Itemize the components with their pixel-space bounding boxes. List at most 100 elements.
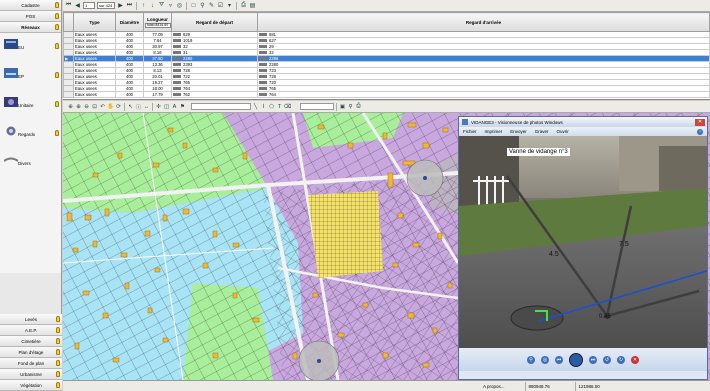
visibility-bulb-icon[interactable]: [55, 24, 59, 30]
menu-fichier[interactable]: Fichier: [463, 129, 477, 134]
search-map-icon[interactable]: ⚲: [347, 103, 354, 110]
visibility-bulb-icon[interactable]: [56, 349, 60, 355]
manhole-link-icon[interactable]: [259, 93, 267, 97]
manhole-link-icon[interactable]: [173, 51, 181, 55]
column-header-regard-depart[interactable]: Regard de départ: [171, 12, 258, 32]
manhole-link-icon[interactable]: [173, 69, 181, 73]
visibility-bulb-icon[interactable]: [55, 72, 59, 78]
manhole-link-icon[interactable]: [173, 75, 181, 79]
visibility-bulb-icon[interactable]: [56, 360, 60, 366]
manhole-link-icon[interactable]: [259, 39, 267, 43]
layers-icon[interactable]: ◫: [163, 103, 170, 110]
first-record-icon[interactable]: ⏮: [65, 2, 72, 9]
sidebar-item-fond-de-plan[interactable]: Fond de plan: [0, 358, 62, 369]
manhole-link-icon[interactable]: [259, 63, 267, 67]
table-row[interactable]: Eaux usees 400 17.79 762 764: [63, 91, 710, 98]
last-record-icon[interactable]: ⏭: [126, 2, 133, 9]
export-icon[interactable]: ▤: [249, 2, 256, 9]
actual-size-icon[interactable]: ◎: [541, 355, 549, 364]
manhole-link-icon[interactable]: [259, 51, 267, 55]
previous-photo-icon[interactable]: ⏮: [555, 355, 563, 364]
table-cell[interactable]: 17.79: [143, 91, 172, 98]
sort-ascending-icon[interactable]: ↑: [140, 2, 147, 9]
row-indicator[interactable]: [63, 91, 74, 98]
new-record-icon[interactable]: □: [190, 2, 197, 9]
sidebar-item-leves[interactable]: Levés: [0, 314, 62, 325]
sidebar-item-vegetation[interactable]: Végétation: [0, 380, 62, 391]
visibility-bulb-icon[interactable]: [56, 327, 60, 333]
draw-line-icon[interactable]: ╲: [252, 103, 259, 110]
menu-imprimer[interactable]: Imprimer: [485, 129, 503, 134]
help-icon[interactable]: ?: [697, 128, 703, 135]
next-photo-icon[interactable]: ⏭: [589, 355, 597, 364]
visibility-bulb-icon[interactable]: [56, 382, 60, 388]
visibility-bulb-icon[interactable]: [55, 13, 59, 19]
sidebar-item-aep[interactable]: A.E.P.: [0, 325, 62, 336]
manhole-link-icon[interactable]: [173, 81, 181, 85]
zoom-window-icon[interactable]: ⊡: [91, 103, 98, 110]
record-number-field[interactable]: 1: [83, 2, 95, 9]
manhole-link-icon[interactable]: [173, 57, 181, 61]
visibility-bulb-icon[interactable]: [55, 2, 59, 8]
manhole-link-icon[interactable]: [259, 57, 267, 61]
layer-divers[interactable]: Divers: [0, 155, 61, 179]
close-icon[interactable]: ✕: [695, 118, 705, 126]
manhole-link-icon[interactable]: [173, 93, 181, 97]
about-link[interactable]: A propos...: [483, 384, 505, 389]
manhole-link-icon[interactable]: [173, 39, 181, 43]
manhole-link-icon[interactable]: [259, 81, 267, 85]
table-cell[interactable]: 764: [257, 91, 710, 98]
map-scale-field[interactable]: [191, 103, 251, 110]
edit-pencil-icon[interactable]: ✎: [208, 2, 215, 9]
manhole-link-icon[interactable]: [259, 45, 267, 49]
manhole-link-icon[interactable]: [259, 33, 267, 37]
print-icon[interactable]: ⎙: [240, 2, 247, 9]
manhole-link-icon[interactable]: [259, 87, 267, 91]
erase-icon[interactable]: ⌫: [284, 103, 292, 110]
sidebar-item-cimetiere[interactable]: Cimetière: [0, 336, 62, 347]
table-cell[interactable]: 762: [171, 91, 258, 98]
manhole-link-icon[interactable]: [173, 45, 181, 49]
find-binoculars-icon[interactable]: ◎: [176, 2, 183, 9]
refresh-icon[interactable]: ⟳: [115, 103, 122, 110]
layer-ep[interactable]: EP: [0, 68, 61, 92]
save-map-icon[interactable]: ▣: [339, 103, 346, 110]
column-header-diametre[interactable]: Diamètre: [115, 12, 144, 32]
sort-descending-icon[interactable]: ↓: [149, 2, 156, 9]
sidebar-item-reseaux[interactable]: Réseaux: [0, 22, 61, 33]
select-arrow-icon[interactable]: ↖: [127, 103, 134, 110]
layer-regards[interactable]: Regards: [0, 126, 61, 150]
options-chevron-icon[interactable]: ▾: [226, 2, 233, 9]
next-record-icon[interactable]: ▶: [117, 2, 124, 9]
info-icon[interactable]: ⓘ: [135, 103, 142, 111]
snap-icon[interactable]: ✢: [155, 103, 162, 110]
previous-record-icon[interactable]: ◀: [74, 2, 81, 9]
visibility-bulb-icon[interactable]: [55, 101, 59, 107]
table-cell[interactable]: Eaux usees: [73, 91, 116, 98]
zoom-extent-icon[interactable]: ⊕: [67, 103, 74, 110]
viewer-title-bar[interactable]: VIDANGE3 - Visionneuse de photos Windows…: [459, 117, 707, 127]
column-header-type[interactable]: Type: [73, 12, 116, 32]
manhole-icon[interactable]: [423, 176, 427, 180]
bookmark-icon[interactable]: ⚑: [179, 103, 186, 110]
draw-polyline-icon[interactable]: ⌇: [260, 103, 267, 110]
rotate-right-icon[interactable]: ↻: [617, 355, 625, 364]
delete-icon[interactable]: ✕: [631, 355, 639, 364]
menu-ouvrir[interactable]: Ouvrir: [557, 129, 569, 134]
menu-graver[interactable]: Graver: [535, 129, 549, 134]
zoom-out-icon[interactable]: ⊖: [83, 103, 90, 110]
menu-envoyer[interactable]: Envoyer: [510, 129, 527, 134]
sidebar-item-pos[interactable]: POS: [0, 11, 61, 22]
visibility-bulb-icon[interactable]: [56, 371, 60, 377]
checkbox-icon[interactable]: ☑: [217, 2, 224, 9]
zoom-icon[interactable]: ⚲: [527, 355, 535, 364]
zoom-previous-icon[interactable]: ↶: [99, 103, 106, 110]
label-icon[interactable]: A: [171, 103, 178, 110]
manhole-link-icon[interactable]: [259, 75, 267, 79]
visibility-bulb-icon[interactable]: [55, 130, 59, 136]
filter-selection-icon[interactable]: ▿: [167, 2, 174, 9]
rotate-left-icon[interactable]: ↺: [603, 355, 611, 364]
manhole-link-icon[interactable]: [173, 63, 181, 67]
manhole-link-icon[interactable]: [259, 69, 267, 73]
filter-icon[interactable]: ⛛: [158, 2, 165, 9]
